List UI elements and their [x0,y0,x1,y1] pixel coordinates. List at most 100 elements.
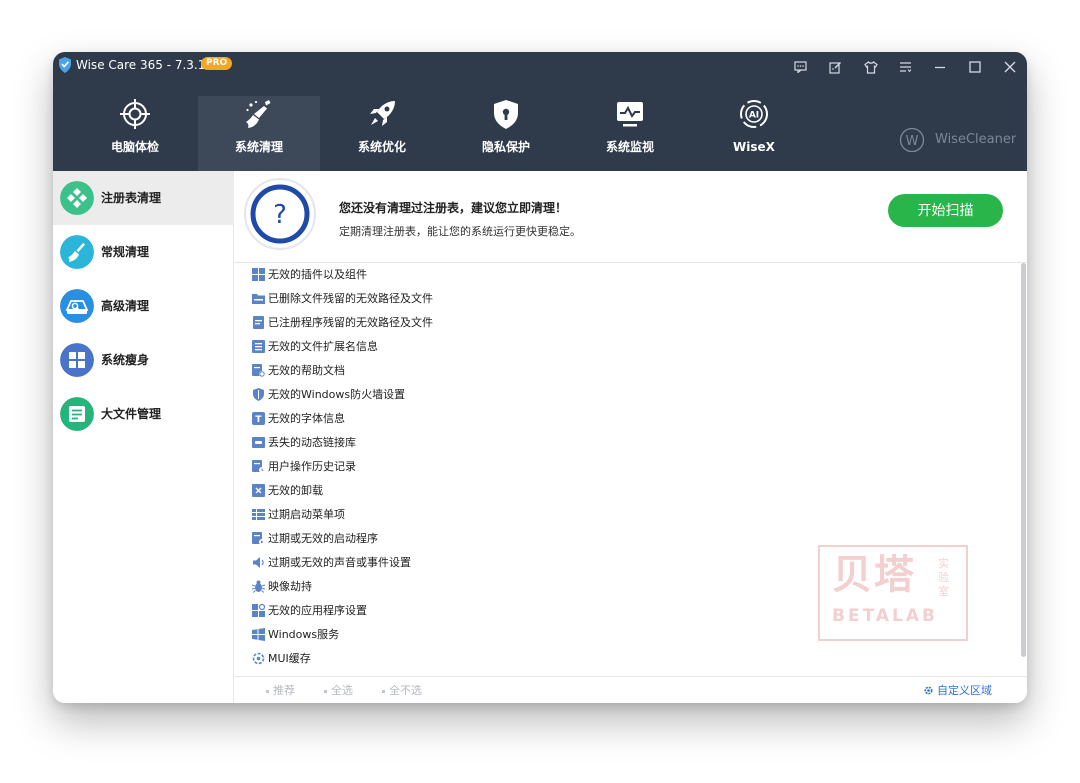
bug-icon [252,580,265,593]
svg-text:W: W [906,134,919,149]
uninstall-icon [252,484,265,497]
startup-icon [252,532,265,545]
select-none-label: 全不选 [389,684,422,697]
bottom-bar: 推荐 全选 全不选 自定义区域 [234,676,1027,703]
tab-privacy[interactable]: 隐私保护 [445,96,567,171]
watermark: 贝塔 BETALAB 实验室 [818,545,968,641]
status-title: 您还没有清理过注册表，建议您立即清理！ [339,201,568,215]
list-item-label: 无效的帮助文档 [268,364,345,377]
tab-label: 隐私保护 [481,140,530,154]
sidebar-item-label: 高级清理 [101,299,150,313]
pro-badge: PRO [201,57,233,70]
list-item-label: 过期启动菜单项 [268,508,345,521]
sidebar-item-advanced-clean[interactable]: 高级清理 [53,279,233,333]
component-icon [252,268,265,281]
dll-icon [252,437,265,448]
header: Wise Care 365 - 7.3.1 PRO 电脑体检 系统清理 系统优化… [53,52,1027,171]
select-none-link[interactable]: 全不选 [382,684,422,698]
feedback-icon[interactable] [790,57,810,77]
tab-label: 系统监视 [605,140,654,154]
list-item[interactable]: 无效的插件以及组件 [252,265,972,285]
tab-system-clean[interactable]: 系统清理 [198,96,320,171]
broom-icon [60,235,94,269]
minimize-icon[interactable] [930,57,950,77]
menu-icon[interactable] [895,57,915,77]
list-item-label: 无效的字体信息 [268,412,345,425]
broom-icon [246,100,271,128]
list-item-label: 无效的插件以及组件 [268,268,367,281]
sidebar-item-label: 注册表清理 [101,191,162,205]
app-window: Wise Care 365 - 7.3.1 PRO 电脑体检 系统清理 系统优化… [53,52,1027,703]
svg-text:AI: AI [749,111,759,121]
shield-lock-icon [494,100,518,129]
svg-text:?: ? [273,200,287,230]
tab-label: 系统清理 [234,140,283,154]
list-item[interactable]: 已注册程序残留的无效路径及文件 [252,313,972,333]
windows-service-icon [252,628,265,641]
scrollbar-thumb[interactable] [1021,263,1026,657]
list-item-label: 已注册程序残留的无效路径及文件 [268,316,433,329]
scrollbar[interactable] [1019,263,1027,676]
history-icon [252,460,265,473]
select-all-link[interactable]: 全选 [324,684,353,698]
recommend-label: 推荐 [273,684,295,697]
recommend-link[interactable]: 推荐 [266,684,295,698]
svg-text:T: T [255,415,262,425]
list-item[interactable]: 无效的Windows防火墙设置 [252,385,972,405]
skin-icon[interactable] [861,57,881,77]
app-settings-icon [252,604,265,617]
firewall-icon [253,388,264,401]
list-item-label: 无效的应用程序设置 [268,604,367,617]
maximize-icon[interactable] [965,57,985,77]
tab-label: WiseX [733,140,775,154]
sidebar-item-large-file[interactable]: 大文件管理 [53,387,233,441]
sidebar: 注册表清理 常规清理 高级清理 系统瘦身 大文件管理 [53,171,234,703]
registry-icon [60,181,94,215]
select-all-label: 全选 [331,684,353,697]
list-item-label: 无效的文件扩展名信息 [268,340,378,353]
sidebar-item-common-clean[interactable]: 常规清理 [53,225,233,279]
dot-icon [324,689,327,693]
list-item[interactable]: 无效的文件扩展名信息 [252,337,972,357]
start-menu-icon [252,509,265,520]
close-icon[interactable] [1000,57,1020,77]
wisecleaner-logo-icon: W [899,127,925,153]
tab-monitor[interactable]: 系统监视 [569,96,691,171]
list-item[interactable]: T 无效的字体信息 [252,409,972,429]
start-scan-button[interactable]: 开始扫描 [888,194,1003,227]
question-icon: ? [244,178,316,250]
brand-text: WiseCleaner [935,132,1017,147]
list-item-label: 无效的Windows防火墙设置 [268,388,406,401]
list-item[interactable]: 用户操作历史记录 [252,457,972,477]
status-panel: ? 您还没有清理过注册表，建议您立即清理！ 定期清理注册表，能让您的系统运行更快… [234,171,1027,263]
list-item-label: 过期或无效的启动程序 [268,532,378,545]
document-icon [253,316,264,329]
list-item[interactable]: 已删除文件残留的无效路径及文件 [252,289,972,309]
sidebar-item-label: 大文件管理 [101,407,162,421]
list-item[interactable]: MUI缓存 [252,649,972,669]
tab-system-optimize[interactable]: 系统优化 [321,96,443,171]
edit-icon[interactable] [825,57,845,77]
list-item[interactable]: 过期启动菜单项 [252,505,972,525]
rocket-icon [370,101,395,126]
file-list-icon [60,397,94,431]
list-item-label: MUI缓存 [268,652,311,665]
list-item[interactable]: 无效的帮助文档 [252,361,972,381]
tab-label: 电脑体检 [110,140,159,154]
status-description: 定期清理注册表，能让您的系统运行更快更稳定。 [339,225,581,238]
disk-icon [60,289,94,323]
watermark-side: 实验室 [938,557,949,598]
sidebar-item-label: 系统瘦身 [101,353,150,367]
watermark-sub: BETALAB [832,606,938,626]
list-icon [252,340,265,353]
tab-pc-checkup[interactable]: 电脑体检 [74,96,196,171]
sidebar-item-registry-clean[interactable]: 注册表清理 [53,171,233,225]
sidebar-item-system-slim[interactable]: 系统瘦身 [53,333,233,387]
list-item[interactable]: 丢失的动态链接库 [252,433,972,453]
cache-icon [252,652,265,665]
custom-area-link[interactable]: 自定义区域 [923,684,992,698]
list-item[interactable]: 无效的卸载 [252,481,972,501]
tab-wisex[interactable]: AI WiseX [693,96,815,171]
list-item-label: 无效的卸载 [268,484,323,497]
list-item-label: 过期或无效的声音或事件设置 [268,556,411,569]
